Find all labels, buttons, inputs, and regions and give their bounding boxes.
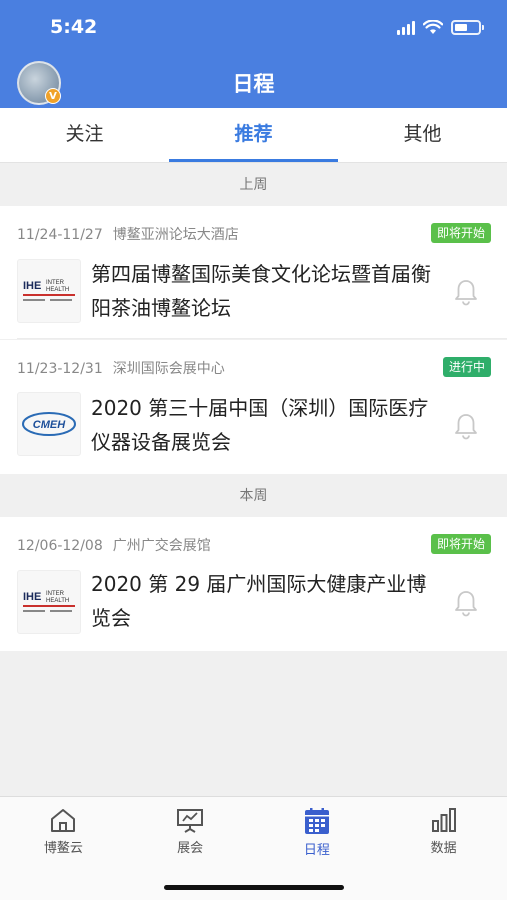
status-badge: 即将开始	[430, 534, 491, 554]
svg-text:INTER: INTER	[46, 280, 65, 286]
wifi-icon	[423, 20, 443, 34]
event-logo: IHE INTER HEALTH	[17, 259, 81, 323]
tabbar-item-bao-cloud[interactable]: 博鳌云	[0, 797, 127, 900]
tabbar-label: 展会	[177, 841, 204, 856]
svg-text:HEALTH: HEALTH	[46, 287, 69, 293]
signal-icon	[397, 20, 415, 35]
svg-text:INTER: INTER	[46, 591, 65, 597]
event-title: 第四届博鳌国际美食文化论坛暨首届衡阳茶油博鳌论坛	[91, 262, 431, 320]
bell-icon[interactable]	[453, 589, 479, 617]
event-venue: 广州广交会展馆	[112, 538, 211, 554]
app-header: 5:42 V 日程	[0, 0, 507, 108]
tab-follow[interactable]: 关注	[0, 108, 169, 162]
inter-health-logo: IHE INTER HEALTH	[23, 280, 75, 301]
event-dates: 11/23-12/31	[17, 361, 103, 377]
event-dates: 11/24-11/27	[17, 227, 103, 243]
event-logo: IHE INTER HEALTH	[17, 570, 81, 634]
home-indicator[interactable]	[164, 885, 344, 890]
bell-icon[interactable]	[453, 278, 479, 306]
event-venue: 深圳国际会展中心	[112, 361, 225, 377]
cmeh-logo: CMEH	[22, 412, 76, 436]
battery-icon	[451, 20, 484, 35]
tab-recommended[interactable]: 推荐	[169, 108, 338, 162]
event-card[interactable]: 11/23-12/31 深圳国际会展中心 进行中 CMEH 2020 第三十届中国…	[0, 340, 507, 474]
event-logo: CMEH	[17, 392, 81, 456]
svg-text:HEALTH: HEALTH	[46, 598, 69, 604]
tab-other[interactable]: 其他	[338, 108, 507, 162]
tabbar-label: 日程	[303, 843, 330, 858]
presentation-icon	[177, 809, 204, 833]
event-meta: 11/24-11/27 博鳌亚洲论坛大酒店	[17, 224, 239, 244]
calendar-icon	[304, 808, 329, 834]
tabbar-label: 博鳌云	[43, 841, 83, 856]
event-venue: 博鳌亚洲论坛大酒店	[112, 227, 239, 243]
bell-icon[interactable]	[453, 412, 479, 440]
svg-text:CMEH: CMEH	[33, 419, 66, 431]
event-dates: 12/06-12/08	[17, 538, 103, 554]
event-card[interactable]: 11/24-11/27 博鳌亚洲论坛大酒店 即将开始 IHE INTER HEAL…	[0, 206, 507, 339]
top-tabs: 关注 推荐 其他	[0, 108, 507, 163]
status-time: 5:42	[50, 16, 98, 38]
svg-text:IHE: IHE	[23, 280, 41, 292]
divider	[17, 338, 507, 339]
section-header-last-week: 上周	[0, 164, 507, 206]
event-meta: 11/23-12/31 深圳国际会展中心	[17, 358, 225, 378]
event-title: 2020 第三十届中国（深圳）国际医疗仪器设备展览会	[91, 396, 429, 454]
section-header-this-week: 本周	[0, 475, 507, 517]
bar-chart-icon	[431, 808, 456, 832]
event-meta: 12/06-12/08 广州广交会展馆	[17, 535, 211, 555]
bottom-tab-bar: 博鳌云 展会 日程 数据	[0, 796, 507, 900]
status-badge: 进行中	[442, 357, 491, 377]
inter-health-logo: IHE INTER HEALTH	[23, 591, 75, 612]
event-card[interactable]: 12/06-12/08 广州广交会展馆 即将开始 IHE INTER HEALTH…	[0, 517, 507, 651]
status-icons	[397, 20, 484, 35]
tabbar-item-data[interactable]: 数据	[380, 797, 507, 900]
event-title: 2020 第 29 届广州国际大健康产业博览会	[91, 572, 427, 630]
home-icon	[51, 809, 76, 832]
status-badge: 即将开始	[430, 223, 491, 243]
tabbar-label: 数据	[430, 841, 457, 856]
svg-text:IHE: IHE	[23, 591, 41, 603]
page-title: 日程	[232, 72, 275, 96]
